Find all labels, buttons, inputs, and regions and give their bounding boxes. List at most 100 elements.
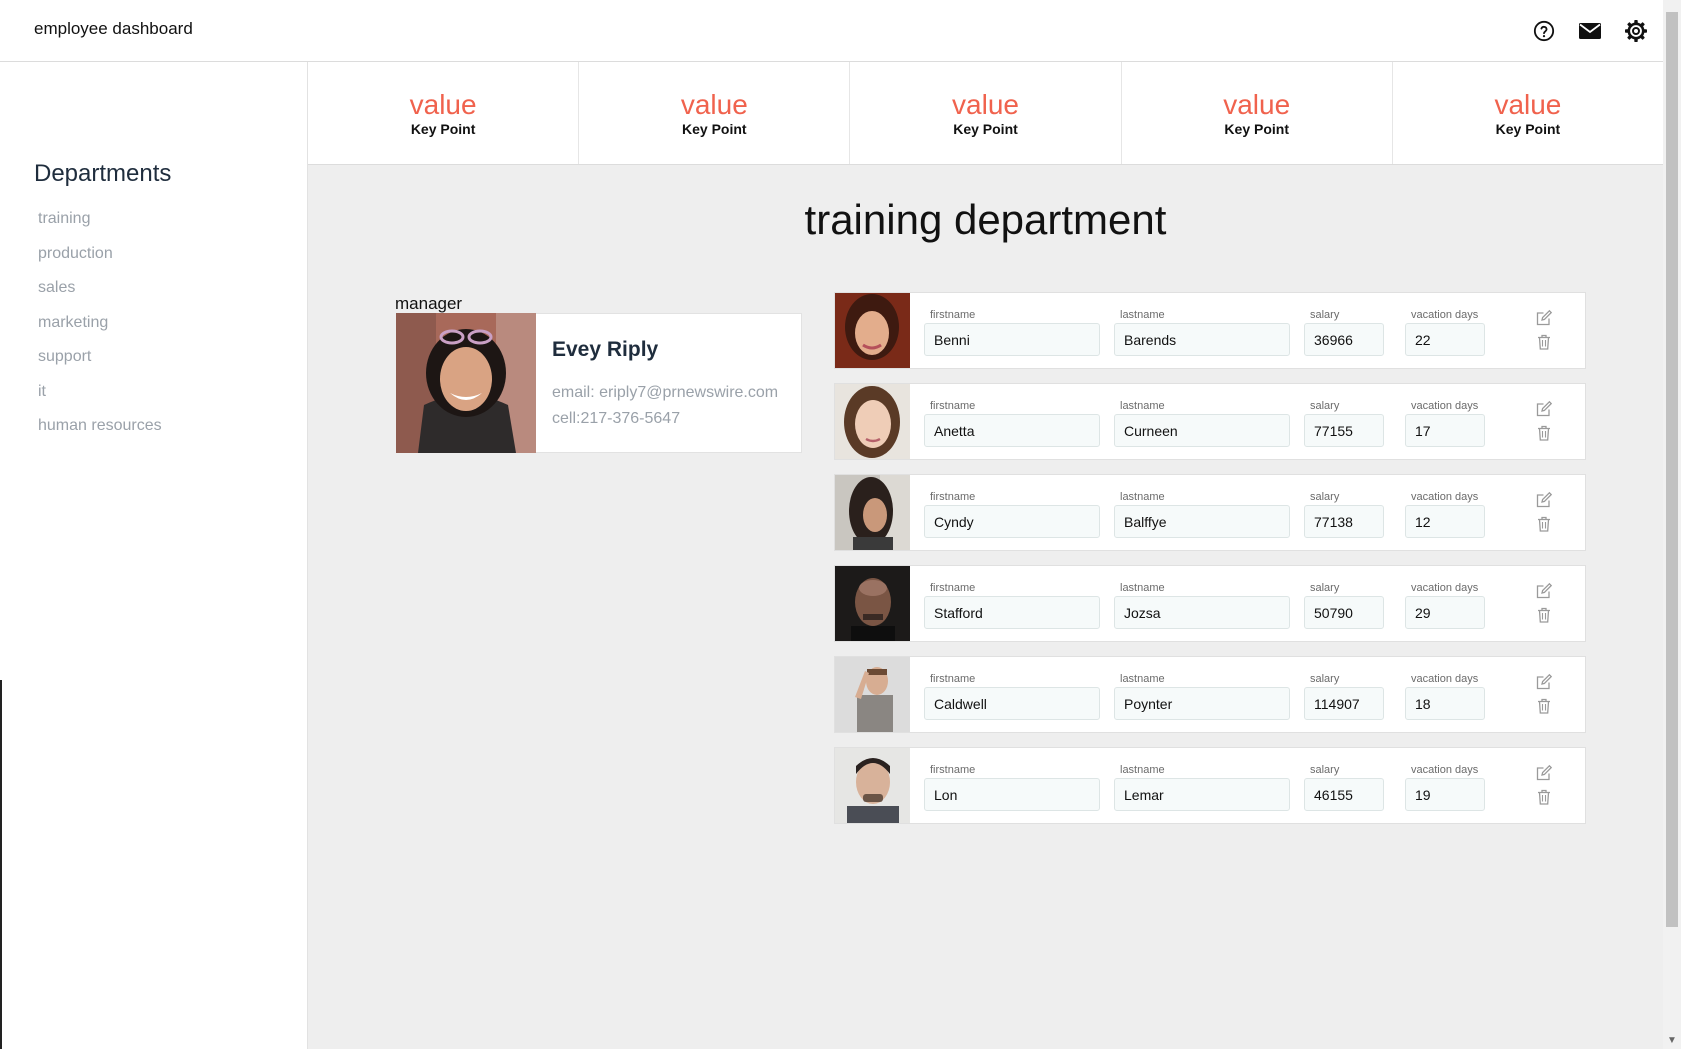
manager-email[interactable]: email: eriply7@prnewswire.com bbox=[552, 380, 778, 406]
lastname-label: lastname bbox=[1120, 309, 1165, 321]
vacation-days-label: vacation days bbox=[1411, 764, 1479, 776]
kpi-card: value Key Point bbox=[579, 62, 851, 164]
vacation-days-field: vacation days bbox=[1405, 673, 1485, 720]
edit-icon[interactable] bbox=[1535, 491, 1553, 509]
trash-icon[interactable] bbox=[1535, 788, 1553, 806]
vacation-days-field: vacation days bbox=[1405, 582, 1485, 629]
vacation-days-input[interactable] bbox=[1405, 414, 1485, 447]
firstname-input[interactable] bbox=[924, 414, 1100, 447]
edit-icon[interactable] bbox=[1535, 673, 1553, 691]
salary-input[interactable] bbox=[1304, 505, 1384, 538]
vacation-days-input[interactable] bbox=[1405, 505, 1485, 538]
sidebar-item-it[interactable]: it bbox=[38, 375, 162, 410]
gear-icon[interactable] bbox=[1621, 16, 1651, 46]
sidebar-item-sales[interactable]: sales bbox=[38, 271, 162, 306]
vacation-days-input[interactable] bbox=[1405, 596, 1485, 629]
kpi-label: Key Point bbox=[682, 121, 747, 137]
lastname-input[interactable] bbox=[1114, 505, 1290, 538]
vacation-days-label: vacation days bbox=[1411, 673, 1479, 685]
sidebar-item-human-resources[interactable]: human resources bbox=[38, 409, 162, 444]
lastname-input[interactable] bbox=[1114, 596, 1290, 629]
trash-icon[interactable] bbox=[1535, 333, 1553, 351]
manager-label: manager bbox=[395, 294, 463, 313]
kpi-card: value Key Point bbox=[1122, 62, 1393, 164]
vacation-days-input[interactable] bbox=[1405, 323, 1485, 356]
lastname-label: lastname bbox=[1120, 400, 1165, 412]
trash-icon[interactable] bbox=[1535, 515, 1553, 533]
firstname-input[interactable] bbox=[924, 505, 1100, 538]
employee-avatar bbox=[835, 475, 910, 550]
salary-label: salary bbox=[1310, 582, 1340, 594]
lastname-input[interactable] bbox=[1114, 687, 1290, 720]
lastname-input[interactable] bbox=[1114, 323, 1290, 356]
salary-input[interactable] bbox=[1304, 414, 1384, 447]
salary-input[interactable] bbox=[1304, 596, 1384, 629]
employee-avatar bbox=[835, 384, 910, 459]
app-title: employee dashboard bbox=[34, 19, 193, 38]
trash-icon[interactable] bbox=[1535, 606, 1553, 624]
vacation-days-field: vacation days bbox=[1405, 491, 1485, 538]
firstname-label: firstname bbox=[930, 582, 976, 594]
vacation-days-field: vacation days bbox=[1405, 309, 1485, 356]
kpi-bar: value Key Point value Key Point value Ke… bbox=[308, 62, 1663, 165]
vacation-days-input[interactable] bbox=[1405, 687, 1485, 720]
firstname-label: firstname bbox=[930, 764, 976, 776]
row-actions bbox=[1535, 309, 1553, 351]
salary-input[interactable] bbox=[1304, 687, 1384, 720]
lastname-field: lastname bbox=[1114, 582, 1290, 629]
kpi-card: value Key Point bbox=[1393, 62, 1663, 164]
firstname-label: firstname bbox=[930, 400, 976, 412]
sidebar-item-support[interactable]: support bbox=[38, 340, 162, 375]
salary-label: salary bbox=[1310, 673, 1340, 685]
salary-input[interactable] bbox=[1304, 778, 1384, 811]
kpi-value: value bbox=[1494, 89, 1562, 120]
sidebar-item-marketing[interactable]: marketing bbox=[38, 306, 162, 341]
edit-icon[interactable] bbox=[1535, 400, 1553, 418]
firstname-input[interactable] bbox=[924, 687, 1100, 720]
sidebar-item-production[interactable]: production bbox=[38, 237, 162, 272]
edit-icon[interactable] bbox=[1535, 764, 1553, 782]
salary-input[interactable] bbox=[1304, 323, 1384, 356]
departments-list: training production sales marketing supp… bbox=[38, 202, 162, 444]
lastname-label: lastname bbox=[1120, 673, 1165, 685]
employee-card: firstname lastname salary vacation days bbox=[834, 474, 1586, 551]
employee-avatar bbox=[835, 657, 910, 732]
edit-icon[interactable] bbox=[1535, 582, 1553, 600]
kpi-label: Key Point bbox=[1224, 121, 1289, 137]
employee-card: firstname lastname salary vacation days bbox=[834, 747, 1586, 824]
firstname-input[interactable] bbox=[924, 778, 1100, 811]
lastname-field: lastname bbox=[1114, 491, 1290, 538]
employee-card: firstname lastname salary vacation days bbox=[834, 292, 1586, 369]
salary-label: salary bbox=[1310, 309, 1340, 321]
salary-label: salary bbox=[1310, 400, 1340, 412]
trash-icon[interactable] bbox=[1535, 697, 1553, 715]
vacation-days-input[interactable] bbox=[1405, 778, 1485, 811]
firstname-field: firstname bbox=[924, 309, 1100, 356]
kpi-label: Key Point bbox=[953, 121, 1018, 137]
help-icon[interactable] bbox=[1529, 16, 1559, 46]
salary-label: salary bbox=[1310, 764, 1340, 776]
lastname-field: lastname bbox=[1114, 400, 1290, 447]
firstname-input[interactable] bbox=[924, 323, 1100, 356]
row-actions bbox=[1535, 400, 1553, 442]
lastname-input[interactable] bbox=[1114, 778, 1290, 811]
firstname-input[interactable] bbox=[924, 596, 1100, 629]
kpi-value: value bbox=[1223, 89, 1291, 120]
edit-icon[interactable] bbox=[1535, 309, 1553, 327]
kpi-card: value Key Point bbox=[308, 62, 580, 164]
lastname-input[interactable] bbox=[1114, 414, 1290, 447]
row-actions bbox=[1535, 491, 1553, 533]
vacation-days-field: vacation days bbox=[1405, 764, 1485, 811]
salary-field: salary bbox=[1304, 764, 1384, 811]
firstname-field: firstname bbox=[924, 582, 1100, 629]
mail-icon[interactable] bbox=[1575, 16, 1605, 46]
vertical-scrollbar[interactable]: ▼ bbox=[1663, 0, 1681, 1049]
trash-icon[interactable] bbox=[1535, 424, 1553, 442]
scroll-down-arrow-icon[interactable]: ▼ bbox=[1667, 1036, 1677, 1046]
sidebar-item-training[interactable]: training bbox=[38, 202, 162, 237]
salary-field: salary bbox=[1304, 582, 1384, 629]
employee-avatar bbox=[835, 293, 910, 368]
scrollbar-thumb[interactable] bbox=[1666, 12, 1678, 927]
firstname-label: firstname bbox=[930, 491, 976, 503]
header-actions bbox=[1529, 16, 1651, 46]
